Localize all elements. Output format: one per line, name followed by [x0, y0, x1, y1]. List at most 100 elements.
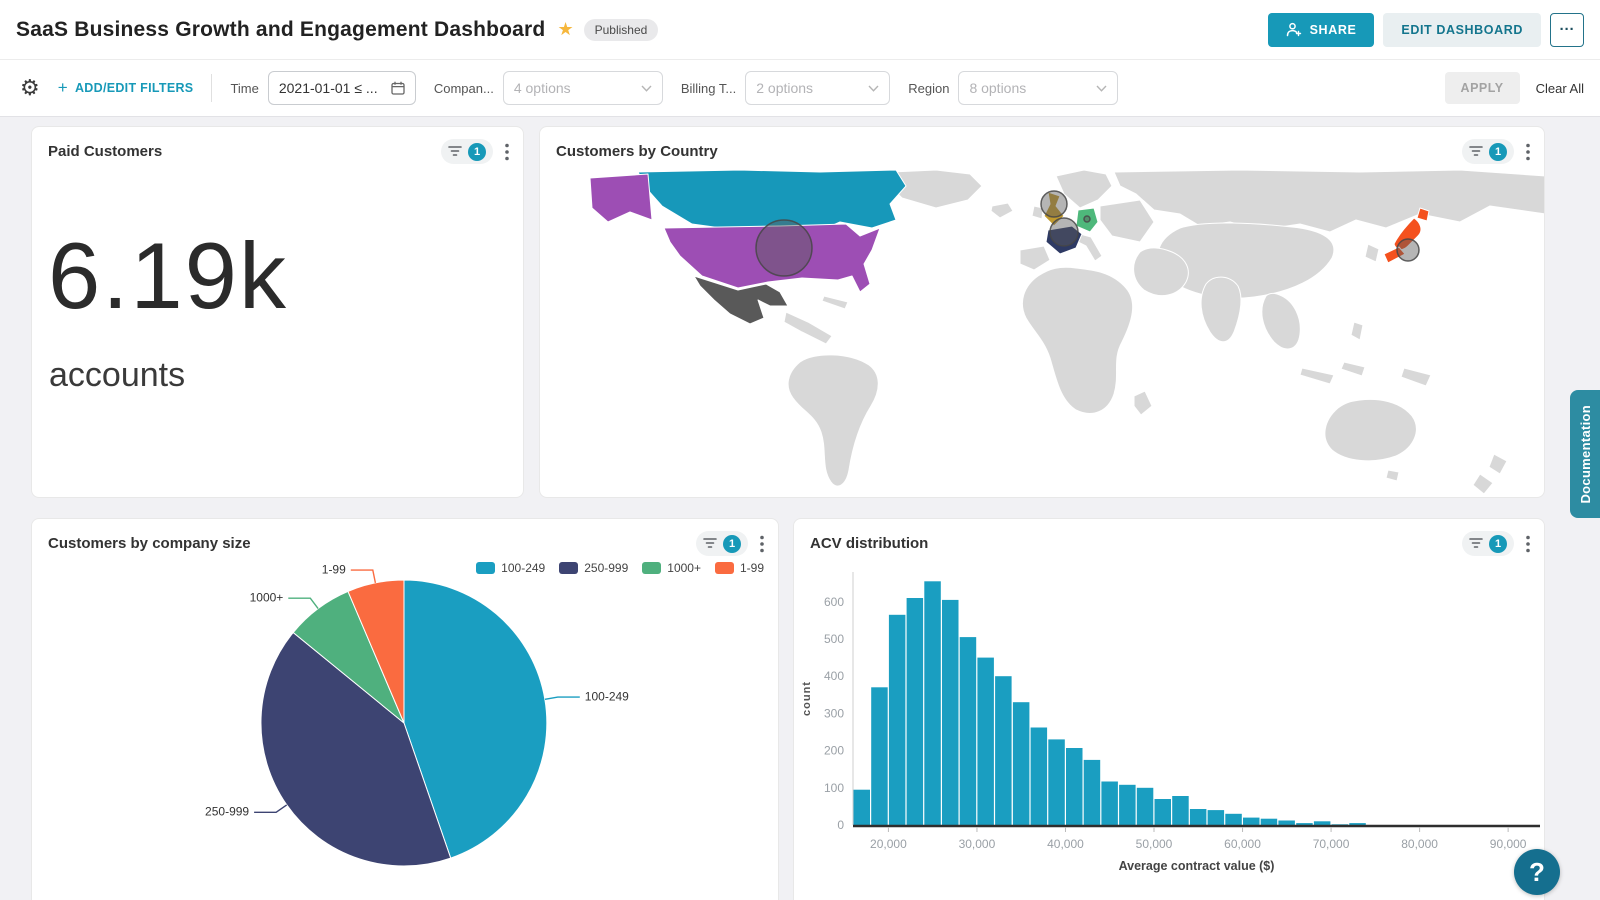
pie-legend: 100-249 250-999 1000+ 1-99	[476, 561, 764, 575]
widget-filter-button[interactable]: 1	[441, 139, 493, 164]
legend-swatch	[476, 562, 495, 574]
y-axis-title: count	[801, 681, 813, 716]
map-marker-uk[interactable]	[1041, 191, 1067, 217]
pie-label-connector	[545, 697, 580, 699]
histogram-bar[interactable]	[1172, 796, 1189, 825]
land-caribbean	[822, 296, 848, 309]
apply-button[interactable]: APPLY	[1445, 72, 1520, 104]
histogram-bar[interactable]	[1349, 823, 1366, 825]
world-map-chart[interactable]	[540, 170, 1545, 498]
add-edit-filters-button[interactable]: + ADD/EDIT FILTERS	[58, 78, 194, 98]
filter-group-billing: Billing T... 2 options	[681, 71, 890, 105]
filter-label: Billing T...	[681, 81, 736, 96]
time-filter-input[interactable]: 2021-01-01 ≤ ...	[268, 71, 416, 105]
widget-filter-button[interactable]: 1	[1462, 139, 1514, 164]
widget-menu-kebab-icon[interactable]	[1526, 143, 1530, 161]
histogram-bar[interactable]	[1119, 785, 1136, 825]
country-usa-alaska[interactable]	[590, 174, 652, 222]
histogram-bar[interactable]	[907, 598, 924, 825]
map-marker-france[interactable]	[1050, 218, 1078, 246]
histogram-bar[interactable]	[1190, 809, 1207, 825]
histogram-bar[interactable]	[1084, 760, 1101, 825]
widget-title: Paid Customers	[48, 143, 162, 160]
land-south-america	[788, 355, 878, 486]
clear-all-button[interactable]: Clear All	[1536, 81, 1584, 96]
histogram-bar[interactable]	[1208, 810, 1225, 825]
header-more-button[interactable]: ···	[1550, 13, 1584, 47]
histogram-bar[interactable]	[1031, 728, 1048, 826]
widget-filter-button[interactable]: 1	[696, 531, 748, 556]
region-filter-select[interactable]: 8 options	[958, 71, 1118, 105]
land-iberia	[1020, 246, 1050, 270]
histogram-bar[interactable]	[924, 581, 941, 825]
company-filter-select[interactable]: 4 options	[503, 71, 663, 105]
widget-customers-by-company-size: Customers by company size 1 100-249 250-…	[31, 518, 779, 900]
histogram-bar[interactable]	[960, 637, 977, 825]
pie-chart[interactable]: 100-249 250-999 1000+ 1-99	[32, 562, 779, 900]
widget-menu-kebab-icon[interactable]	[1526, 535, 1530, 553]
chevron-down-icon	[1096, 85, 1107, 92]
histogram-bar[interactable]	[1155, 799, 1172, 825]
filter-count-badge: 1	[723, 535, 741, 553]
land-indonesia	[1300, 368, 1334, 384]
divider	[211, 74, 212, 102]
histogram-bar[interactable]	[942, 600, 959, 825]
histogram-bar[interactable]	[977, 658, 994, 825]
legend-label: 100-249	[501, 561, 545, 575]
land-philippines	[1351, 322, 1363, 340]
histogram-chart[interactable]: 010020030040050060020,00030,00040,00050,…	[794, 562, 1545, 892]
widget-menu-kebab-icon[interactable]	[505, 143, 509, 161]
help-button[interactable]: ?	[1514, 849, 1560, 895]
y-tick-label: 400	[824, 669, 844, 683]
histogram-bar[interactable]	[1243, 818, 1260, 825]
filter-label: Region	[908, 81, 949, 96]
filter-group-time: Time 2021-01-01 ≤ ...	[230, 71, 415, 105]
map-marker-japan[interactable]	[1397, 239, 1419, 261]
widget-title: Customers by company size	[48, 535, 251, 552]
billing-filter-select[interactable]: 2 options	[745, 71, 890, 105]
land-russia	[1114, 170, 1545, 232]
histogram-bar[interactable]	[1296, 823, 1313, 825]
histogram-bar[interactable]	[1137, 788, 1154, 825]
billing-filter-value: 2 options	[756, 80, 813, 96]
filter-lines-icon	[1469, 145, 1483, 158]
legend-item[interactable]: 100-249	[476, 561, 545, 575]
y-tick-label: 300	[824, 706, 844, 720]
filter-group-company: Compan... 4 options	[434, 71, 663, 105]
share-button[interactable]: SHARE	[1268, 13, 1375, 47]
documentation-tab[interactable]: Documentation	[1570, 390, 1600, 518]
histogram-bar[interactable]	[1314, 821, 1331, 825]
legend-label: 250-999	[584, 561, 628, 575]
favorite-star-icon[interactable]: ★	[557, 19, 573, 40]
land-madagascar	[1134, 391, 1152, 415]
legend-item[interactable]: 250-999	[559, 561, 628, 575]
edit-dashboard-button[interactable]: EDIT DASHBOARD	[1383, 13, 1541, 47]
histogram-bar[interactable]	[854, 790, 871, 825]
map-marker-germany[interactable]	[1084, 216, 1090, 222]
histogram-bar[interactable]	[1261, 819, 1278, 825]
histogram-bar[interactable]	[1048, 739, 1065, 825]
histogram-bar[interactable]	[889, 615, 906, 825]
land-indonesia	[1341, 362, 1365, 376]
legend-item[interactable]: 1-99	[715, 561, 764, 575]
legend-swatch	[642, 562, 661, 574]
widget-filter-button[interactable]: 1	[1462, 531, 1514, 556]
histogram-bar[interactable]	[1013, 702, 1030, 825]
widget-menu-kebab-icon[interactable]	[760, 535, 764, 553]
map-marker-usa[interactable]	[756, 220, 812, 276]
histogram-bar[interactable]	[1101, 782, 1118, 826]
filter-settings-gear-icon[interactable]: ⚙	[20, 75, 40, 101]
histogram-bar[interactable]	[1225, 814, 1242, 825]
legend-swatch	[715, 562, 734, 574]
pie-label-connector	[351, 570, 376, 583]
histogram-bar[interactable]	[1278, 821, 1295, 826]
country-canada[interactable]	[638, 170, 906, 230]
legend-item[interactable]: 1000+	[642, 561, 701, 575]
widget-customers-by-country: Customers by Country 1	[539, 126, 1545, 498]
published-badge: Published	[584, 19, 659, 41]
histogram-bar[interactable]	[871, 687, 888, 825]
page-title: SaaS Business Growth and Engagement Dash…	[16, 18, 545, 42]
histogram-bar[interactable]	[995, 676, 1012, 825]
chevron-down-icon	[868, 85, 879, 92]
histogram-bar[interactable]	[1066, 748, 1083, 825]
